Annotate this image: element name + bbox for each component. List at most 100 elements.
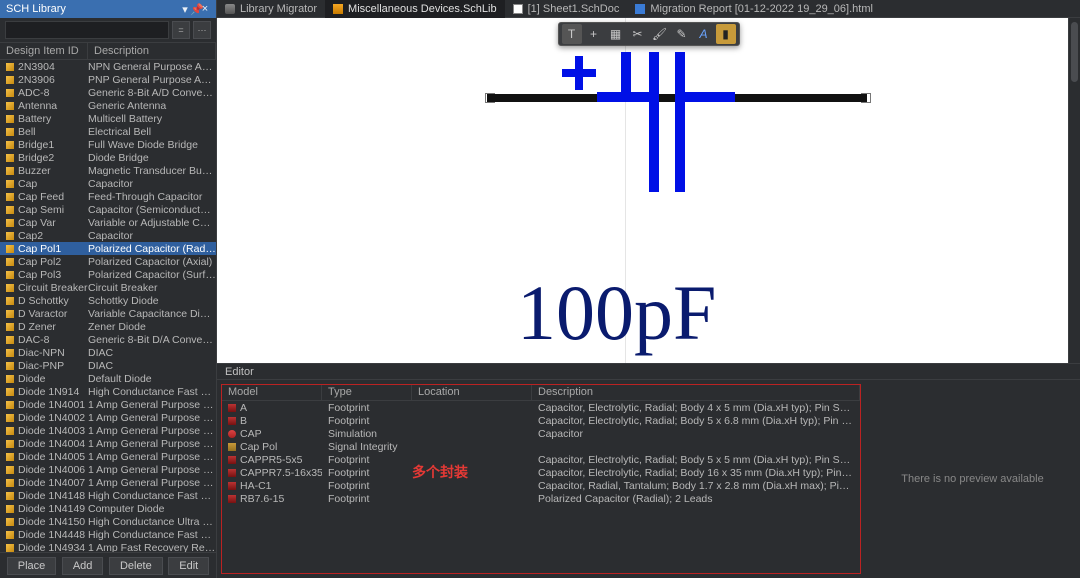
list-item[interactable]: Cap VarVariable or Adjustable Capacito (0, 216, 216, 229)
tab--1-sheet1-schdoc[interactable]: [1] Sheet1.SchDoc (505, 0, 628, 18)
list-item[interactable]: Diode 1N40061 Amp General Purpose Rectif… (0, 463, 216, 476)
list-item[interactable]: Diode 1N4149Computer Diode (0, 502, 216, 515)
component-icon (6, 349, 14, 357)
list-item[interactable]: Diode 1N40031 Amp General Purpose Rectif… (0, 424, 216, 437)
list-item[interactable]: Diode 1N40041 Amp General Purpose Rectif… (0, 437, 216, 450)
canvas-scrollbar[interactable] (1068, 18, 1080, 363)
editor-section-header[interactable]: Editor (217, 363, 1080, 380)
table-row[interactable]: CAPPR7.5-16x35FootprintCapacitor, Electr… (222, 466, 860, 479)
list-item[interactable]: Cap SemiCapacitor (Semiconductor SIM (0, 203, 216, 216)
list-item[interactable]: D SchottkySchottky Diode (0, 294, 216, 307)
list-item[interactable]: Cap Pol1Polarized Capacitor (Radial) (0, 242, 216, 255)
list-item[interactable]: D ZenerZener Diode (0, 320, 216, 333)
list-item[interactable]: DAC-8Generic 8-Bit D/A Converter (0, 333, 216, 346)
italic-tool-icon[interactable]: A (694, 24, 714, 44)
table-row[interactable]: HA-C1FootprintCapacitor, Radial, Tantalu… (222, 479, 860, 492)
list-item[interactable]: Bridge1Full Wave Diode Bridge (0, 138, 216, 151)
component-icon (6, 401, 14, 409)
capacitor-value[interactable]: 100pF (517, 268, 716, 358)
list-item[interactable]: Diode 1N914High Conductance Fast Diode (0, 385, 216, 398)
delete-button[interactable]: Delete (109, 557, 163, 575)
list-item[interactable]: Diode 1N40021 Amp General Purpose Rectif… (0, 411, 216, 424)
item-desc: Default Diode (88, 373, 216, 385)
item-desc: Generic Antenna (88, 100, 216, 112)
tab-library-migrator[interactable]: Library Migrator (217, 0, 325, 18)
item-desc: PNP General Purpose Amplifier (88, 74, 216, 86)
list-item[interactable]: Bridge2Diode Bridge (0, 151, 216, 164)
list-item[interactable]: Diode 1N49341 Amp Fast Recovery Rectifie… (0, 541, 216, 552)
close-icon[interactable]: × (200, 3, 210, 15)
fill-tool-icon[interactable]: ▦ (606, 24, 626, 44)
col-desc[interactable]: Description (532, 385, 860, 400)
list-item[interactable]: CapCapacitor (0, 177, 216, 190)
table-row[interactable]: AFootprintCapacitor, Electrolytic, Radia… (222, 401, 860, 414)
place-button[interactable]: Place (7, 557, 57, 575)
add-button[interactable]: Add (62, 557, 104, 575)
list-item[interactable]: Cap FeedFeed-Through Capacitor (0, 190, 216, 203)
list-item[interactable]: Diac-PNPDIAC (0, 359, 216, 372)
pin-icon[interactable]: 📌 (190, 3, 200, 16)
search-equals-button[interactable]: = (172, 21, 190, 39)
item-desc: Generic 8-Bit D/A Converter (88, 334, 216, 346)
search-menu-button[interactable]: ⋯ (193, 21, 211, 39)
component-icon (6, 375, 14, 383)
component-tool-icon[interactable]: ▮ (716, 24, 736, 44)
list-item[interactable]: Cap2Capacitor (0, 229, 216, 242)
component-icon (6, 245, 14, 253)
component-icon (6, 323, 14, 331)
col-location[interactable]: Location (412, 385, 532, 400)
component-icon (6, 284, 14, 292)
item-id: Diode 1N4004 (18, 438, 85, 450)
table-row[interactable]: CAPPR5-5x5FootprintCapacitor, Electrolyt… (222, 453, 860, 466)
tab-migration-report-01-12-2[interactable]: Migration Report [01-12-2022 19_29_06].h… (627, 0, 881, 18)
list-item[interactable]: BuzzerMagnetic Transducer Buzzer (0, 164, 216, 177)
cut-tool-icon[interactable]: ✂ (628, 24, 648, 44)
list-item[interactable]: DiodeDefault Diode (0, 372, 216, 385)
text-tool-icon[interactable]: T (562, 24, 582, 44)
tab-miscellaneous-devices-sc[interactable]: Miscellaneous Devices.SchLib (325, 0, 505, 18)
scrollbar-thumb[interactable] (1071, 22, 1078, 82)
col-description[interactable]: Description (88, 43, 216, 59)
item-desc: 1 Amp General Purpose Rectifi (88, 425, 216, 437)
search-input[interactable] (5, 21, 169, 39)
paint-tool-icon[interactable]: 🖌 (650, 24, 670, 44)
library-list[interactable]: 2N3904NPN General Purpose Amplifier2N390… (0, 60, 216, 552)
list-item[interactable]: BatteryMulticell Battery (0, 112, 216, 125)
panel-dropdown-icon[interactable]: ▾ (180, 3, 190, 16)
list-item[interactable]: Diode 1N4448High Conductance Fast Diode (0, 528, 216, 541)
pen-tool-icon[interactable]: ✎ (672, 24, 692, 44)
list-item[interactable]: Diode 1N40011 Amp General Purpose Rectif… (0, 398, 216, 411)
col-type[interactable]: Type (322, 385, 412, 400)
list-item[interactable]: Diode 1N4150High Conductance Ultra Fast … (0, 515, 216, 528)
list-item[interactable]: Diode 1N4148High Conductance Fast Diode (0, 489, 216, 502)
list-item[interactable]: Diode 1N40071 Amp General Purpose Rectif… (0, 476, 216, 489)
schematic-canvas[interactable]: T + ▦ ✂ 🖌 ✎ A ▮ 100pF (217, 18, 1080, 363)
component-icon (6, 544, 14, 552)
table-row[interactable]: CAPSimulationCapacitor (222, 427, 860, 440)
table-row[interactable]: RB7.6-15FootprintPolarized Capacitor (Ra… (222, 492, 860, 505)
item-id: Diode 1N4002 (18, 412, 85, 424)
list-item[interactable]: 2N3906PNP General Purpose Amplifier (0, 73, 216, 86)
component-icon (6, 76, 14, 84)
list-item[interactable]: AntennaGeneric Antenna (0, 99, 216, 112)
table-row[interactable]: Cap PolSignal Integrity (222, 440, 860, 453)
col-design-item-id[interactable]: Design Item ID (0, 43, 88, 59)
panel-header[interactable]: SCH Library ▾ 📌 × (0, 0, 216, 18)
component-icon (6, 102, 14, 110)
item-id: Diode 1N4149 (18, 503, 85, 515)
list-item[interactable]: BellElectrical Bell (0, 125, 216, 138)
list-item[interactable]: Circuit BreakerCircuit Breaker (0, 281, 216, 294)
list-item[interactable]: Diode 1N40051 Amp General Purpose Rectif… (0, 450, 216, 463)
list-item[interactable]: Cap Pol2Polarized Capacitor (Axial) (0, 255, 216, 268)
add-tool-icon[interactable]: + (584, 24, 604, 44)
item-id: Battery (18, 113, 51, 125)
list-item[interactable]: 2N3904NPN General Purpose Amplifier (0, 60, 216, 73)
component-icon (6, 453, 14, 461)
list-item[interactable]: Cap Pol3Polarized Capacitor (Surface M (0, 268, 216, 281)
list-item[interactable]: ADC-8Generic 8-Bit A/D Converter (0, 86, 216, 99)
edit-button[interactable]: Edit (168, 557, 209, 575)
list-item[interactable]: D VaractorVariable Capacitance Diode (0, 307, 216, 320)
list-item[interactable]: Diac-NPNDIAC (0, 346, 216, 359)
table-row[interactable]: BFootprintCapacitor, Electrolytic, Radia… (222, 414, 860, 427)
col-model[interactable]: Model (222, 385, 322, 400)
